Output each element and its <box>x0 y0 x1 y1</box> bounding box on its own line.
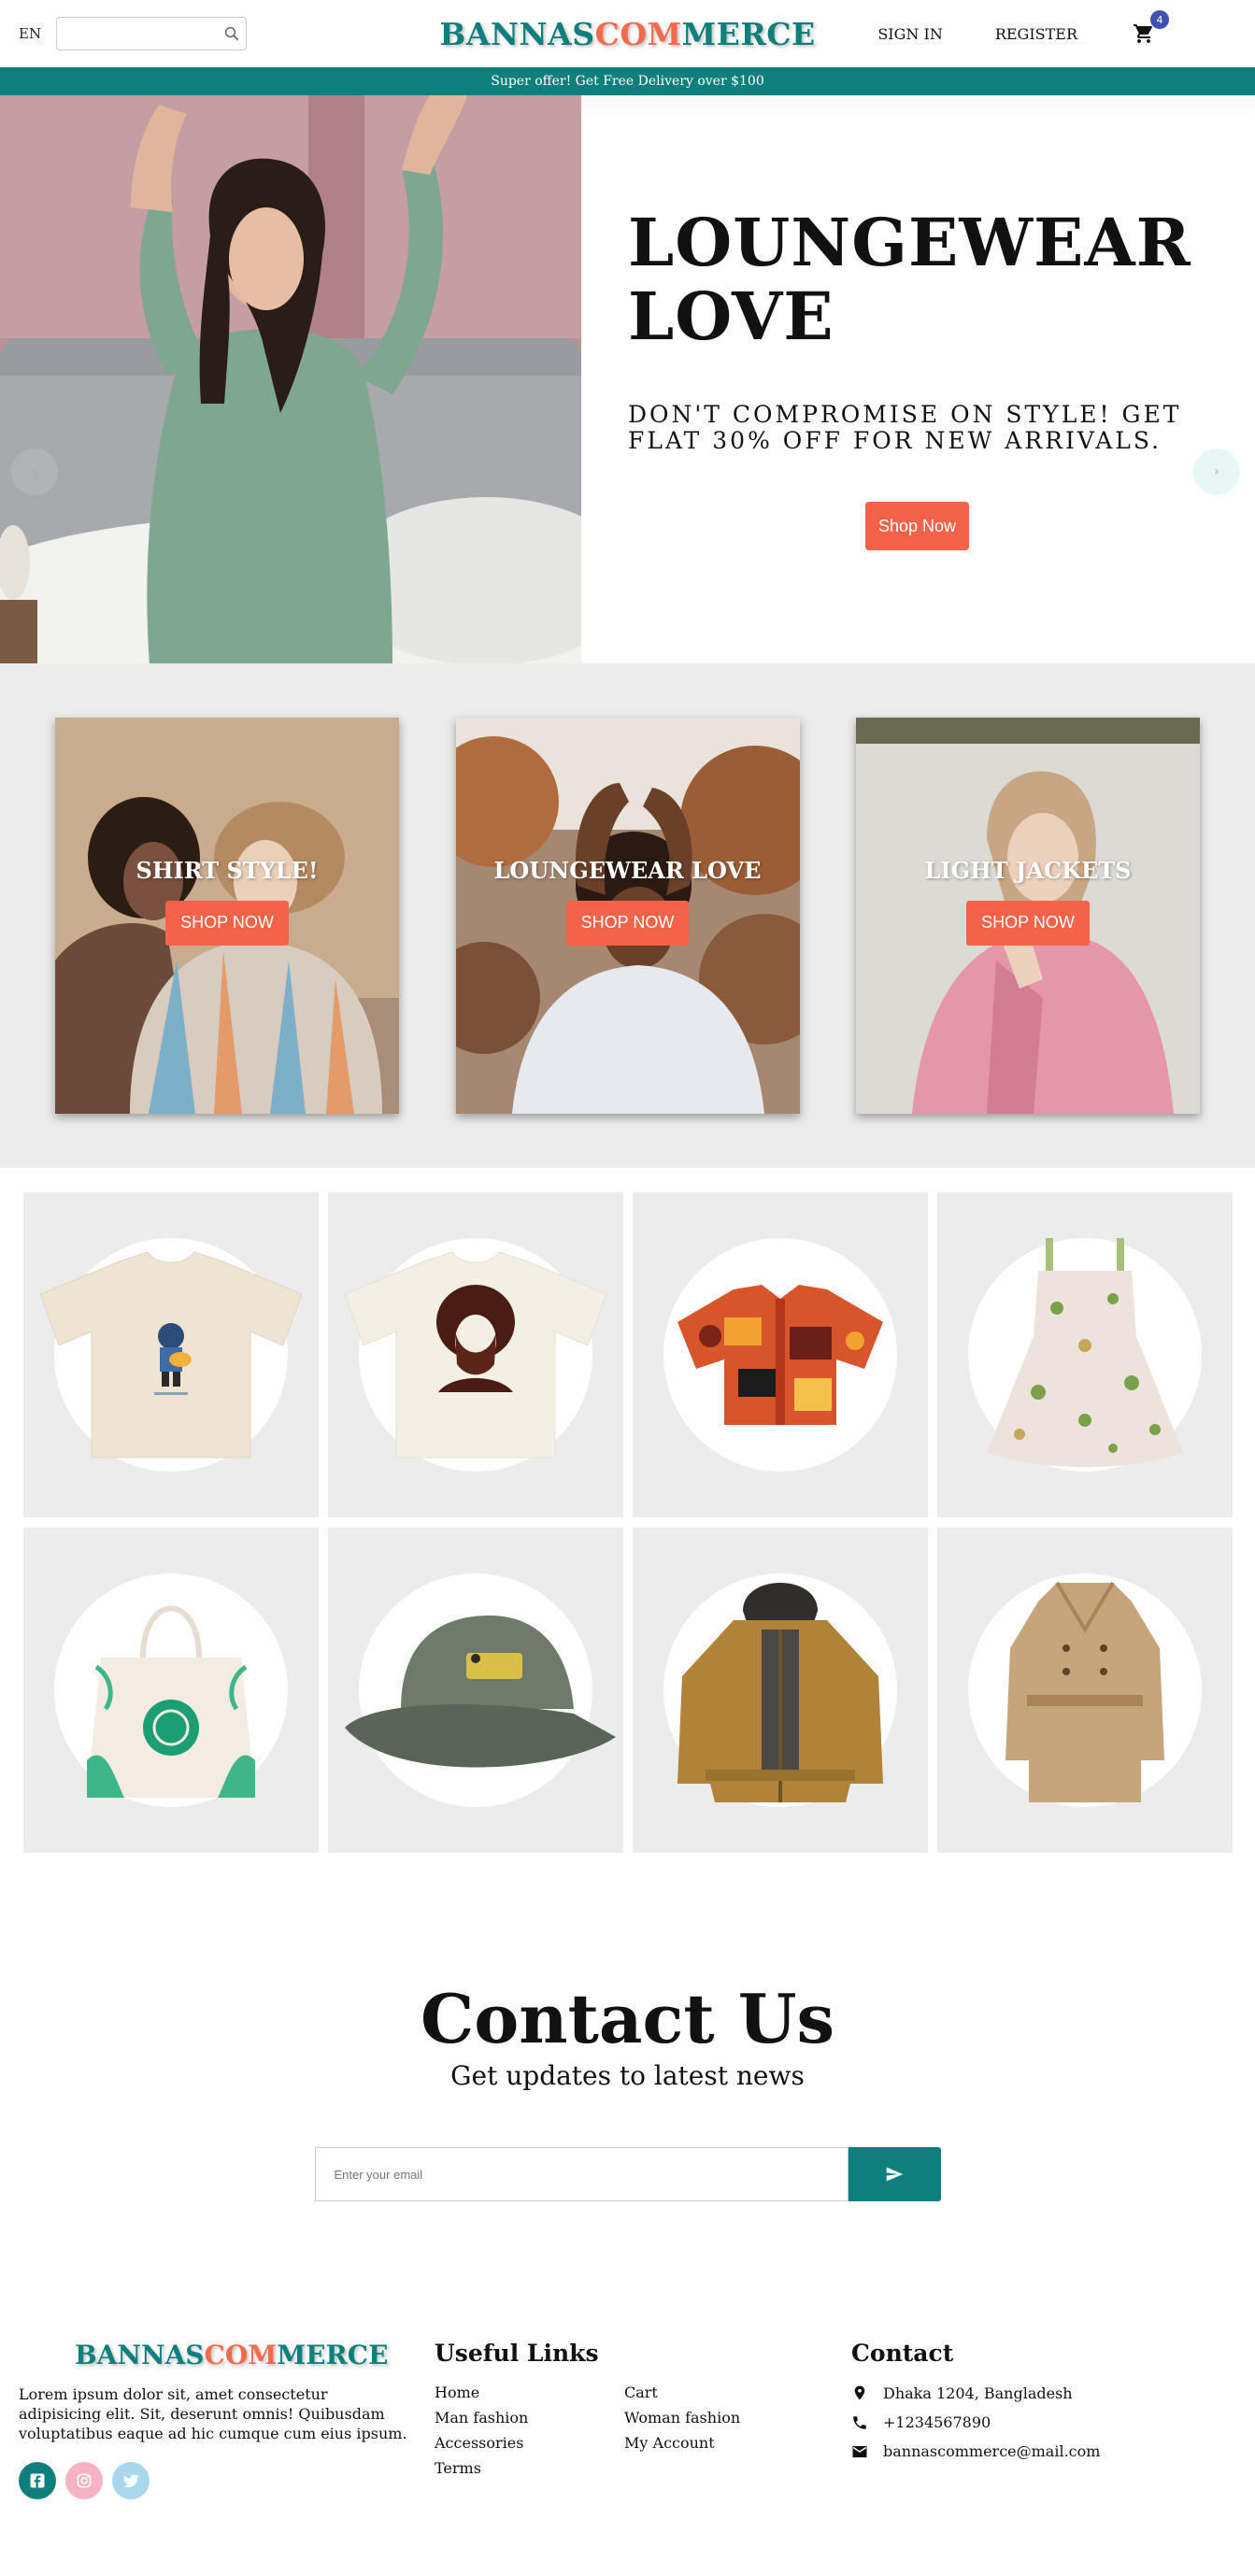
cart-count-badge: 4 <box>1150 10 1169 29</box>
product-card[interactable] <box>633 1528 928 1853</box>
cap-icon <box>345 1615 616 1768</box>
mail-icon <box>852 2445 867 2457</box>
phone-icon <box>853 2415 866 2429</box>
footer-link-my-account[interactable]: My Account <box>624 2434 814 2452</box>
facebook-icon[interactable] <box>19 2462 56 2500</box>
category-shop-now-button[interactable]: SHOP NOW <box>565 900 690 946</box>
navbar: EN BANNASCOMMERCE SIGN IN REGISTER 4 <box>0 0 1255 67</box>
hero-image <box>0 95 581 663</box>
tshirt-guitar-icon <box>39 1251 303 1459</box>
category-overlay: LIGHT JACKETS SHOP NOW <box>856 718 1200 1114</box>
contact-heading: Contact <box>851 2340 954 2367</box>
search-box[interactable] <box>50 17 248 50</box>
product-card[interactable] <box>328 1192 623 1517</box>
location-pin-icon <box>854 2385 865 2400</box>
product-card[interactable] <box>937 1528 1233 1853</box>
useful-links-heading: Useful Links <box>435 2340 599 2367</box>
footer-about: BANNASCOMMERCE Lorem ipsum dolor sit, am… <box>19 2340 435 2576</box>
cart-button[interactable]: 4 <box>1130 10 1169 48</box>
footer-contact: Contact Dhaka 1204, Bangladesh +12345678… <box>851 2340 1236 2576</box>
footer-link-home[interactable]: Home <box>435 2384 624 2401</box>
contact-phone: +1234567890 <box>851 2413 1236 2431</box>
nav-right: SIGN IN REGISTER 4 <box>877 10 1169 48</box>
category-card-light-jackets[interactable]: LIGHT JACKETS SHOP NOW <box>856 718 1200 1114</box>
category-overlay: SHIRT STYLE! SHOP NOW <box>55 718 399 1114</box>
products-grid <box>0 1168 1255 1853</box>
hero-title: LOUNGEWEAR LOVE <box>628 204 1191 356</box>
contact-section: Contact Us Get updates to latest news <box>0 1853 1255 2201</box>
category-shop-now-button[interactable]: SHOP NOW <box>165 900 289 946</box>
contact-subtitle: Get updates to latest news <box>450 2060 805 2091</box>
product-card[interactable] <box>23 1192 319 1517</box>
logo-text-part1: BANNAS <box>439 15 595 52</box>
category-title: SHIRT STYLE! <box>135 856 319 884</box>
announcement-bar: Super offer! Get Free Delivery over $100 <box>0 67 1255 95</box>
footer-logo[interactable]: BANNASCOMMERCE <box>75 2340 435 2370</box>
tote-bag-icon <box>87 1605 255 1798</box>
hero-shop-now-button[interactable]: Shop Now <box>865 502 970 551</box>
address-text: Dhaka 1204, Bangladesh <box>883 2384 1073 2402</box>
category-title: LIGHT JACKETS <box>924 856 1132 884</box>
contact-email: bannascommerce@mail.com <box>851 2442 1236 2460</box>
footer-description: Lorem ipsum dolor sit, amet consectetur … <box>19 2385 407 2442</box>
trench-coat-icon <box>1005 1581 1164 1802</box>
category-title: LOUNGEWEAR LOVE <box>493 856 762 884</box>
footer-link-woman-fashion[interactable]: Woman fashion <box>624 2409 814 2427</box>
contact-address: Dhaka 1204, Bangladesh <box>851 2384 1236 2402</box>
category-shop-now-button[interactable]: SHOP NOW <box>966 900 1090 946</box>
hooded-jacket-icon <box>677 1583 883 1802</box>
twitter-icon[interactable] <box>112 2462 150 2500</box>
phone-text: +1234567890 <box>883 2413 991 2431</box>
slider-next-arrow[interactable]: › <box>1193 448 1240 495</box>
footer-links-list: Home Cart Man fashion Woman fashion Acce… <box>435 2384 851 2477</box>
logo-text-part2: COM <box>594 15 682 52</box>
category-card-loungewear-love[interactable]: LOUNGEWEAR LOVE SHOP NOW <box>455 718 800 1114</box>
categories-section: SHIRT STYLE! SHOP NOW LOUNGEWEAR LOVE SH… <box>0 663 1255 1168</box>
instagram-icon[interactable] <box>65 2462 103 2500</box>
search-input[interactable] <box>50 18 224 50</box>
search-icon[interactable] <box>223 23 240 44</box>
footer-link-cart[interactable]: Cart <box>624 2384 814 2401</box>
slider-prev-arrow[interactable]: ‹ <box>11 448 58 495</box>
hero-info: LOUNGEWEAR LOVE DON'T COMPROMISE ON STYL… <box>581 95 1255 663</box>
email-text: bannascommerce@mail.com <box>883 2442 1101 2460</box>
floral-dress-icon <box>987 1238 1183 1467</box>
product-card[interactable] <box>328 1528 623 1853</box>
sign-in-link[interactable]: SIGN IN <box>877 25 942 43</box>
logo-text-part1: BANNAS <box>75 2340 205 2370</box>
subscribe-form <box>314 2147 941 2201</box>
product-card[interactable] <box>633 1192 928 1517</box>
footer-link-man-fashion[interactable]: Man fashion <box>435 2409 624 2427</box>
register-link[interactable]: REGISTER <box>995 25 1077 43</box>
site-logo[interactable]: BANNASCOMMERCE <box>439 16 815 52</box>
subscribe-send-button[interactable] <box>848 2147 941 2201</box>
footer-useful-links: Useful Links Home Cart Man fashion Woman… <box>435 2340 851 2576</box>
hero-description: DON'T COMPROMISE ON STYLE! GET FLAT 30% … <box>628 401 1182 454</box>
product-card[interactable] <box>937 1192 1233 1517</box>
language-selector[interactable]: EN <box>19 25 41 42</box>
contact-title: Contact Us <box>420 1979 835 2058</box>
footer-link-accessories[interactable]: Accessories <box>435 2434 624 2452</box>
product-card[interactable] <box>23 1528 319 1853</box>
logo-text-part3: MERCE <box>681 15 816 52</box>
email-field[interactable] <box>314 2147 849 2201</box>
footer: BANNASCOMMERCE Lorem ipsum dolor sit, am… <box>0 2201 1255 2576</box>
social-links <box>19 2462 435 2500</box>
category-overlay: LOUNGEWEAR LOVE SHOP NOW <box>456 718 800 1114</box>
logo-text-part3: MERCE <box>277 2340 389 2370</box>
category-card-shirt-style[interactable]: SHIRT STYLE! SHOP NOW <box>55 718 399 1114</box>
footer-link-terms[interactable]: Terms <box>435 2459 624 2477</box>
send-icon <box>886 2167 904 2182</box>
hero-slider: LOUNGEWEAR LOVE DON'T COMPROMISE ON STYL… <box>0 95 1255 663</box>
logo-text-part2: COM <box>204 2340 278 2370</box>
cart-icon <box>1134 24 1152 43</box>
printed-shirt-icon <box>677 1285 883 1425</box>
tshirt-portrait-icon <box>344 1251 607 1459</box>
